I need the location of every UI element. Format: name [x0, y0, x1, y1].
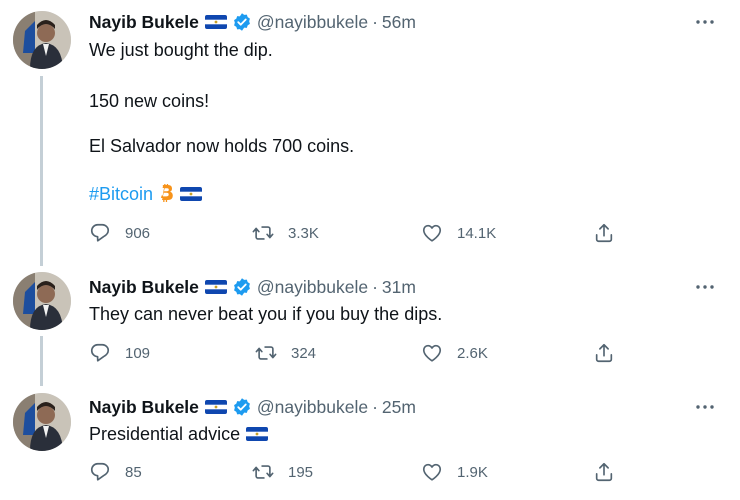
tweet[interactable]: Nayib Bukele @nayibbukele · 25m Presiden… [0, 385, 740, 500]
tweet-text: El Salvador now holds 700 coins. [89, 136, 355, 156]
reply-button[interactable]: 906 [89, 222, 150, 244]
tweet-text-content: Presidential advice [89, 424, 241, 444]
tweet-text: We just bought the dip. [89, 40, 273, 60]
like-count: 2.6K [457, 344, 488, 362]
reply-icon [89, 342, 111, 364]
handle[interactable]: @nayibbukele [257, 277, 368, 298]
tweet-header: Nayib Bukele @nayibbukele · 31m [89, 275, 416, 299]
retweet-icon [252, 222, 274, 244]
avatar[interactable] [13, 393, 71, 451]
share-icon[interactable] [593, 461, 615, 483]
more-icon[interactable] [694, 396, 716, 418]
reply-count: 906 [125, 224, 151, 242]
handle[interactable]: @nayibbukele [257, 397, 368, 418]
reply-icon [89, 222, 111, 244]
separator-dot: · [372, 11, 378, 32]
avatar[interactable] [13, 272, 71, 330]
retweet-count: 195 [288, 463, 314, 481]
timestamp[interactable]: 56m [382, 12, 416, 33]
bitcoin-icon [158, 184, 174, 202]
retweet-icon [255, 342, 277, 364]
display-name[interactable]: Nayib Bukele [89, 277, 199, 298]
retweet-button[interactable]: 195 [252, 461, 313, 483]
more-icon[interactable] [694, 11, 716, 33]
tweet-header: Nayib Bukele @nayibbukele · 56m [89, 10, 416, 34]
handle[interactable]: @nayibbukele [257, 12, 368, 33]
tweet-header: Nayib Bukele @nayibbukele · 25m [89, 395, 416, 419]
tweet[interactable]: Nayib Bukele @nayibbukele · 31m They can… [0, 265, 740, 385]
reply-icon [89, 461, 111, 483]
el-salvador-flag-icon [204, 15, 227, 29]
el-salvador-flag-icon [246, 427, 269, 441]
retweet-button[interactable]: 3.3K [252, 222, 319, 244]
verified-icon [232, 277, 252, 297]
separator-dot: · [372, 396, 378, 417]
timestamp[interactable]: 25m [382, 397, 416, 418]
separator-dot: · [372, 276, 378, 297]
tweet-text: 150 new coins! [89, 91, 210, 111]
reply-button[interactable]: 85 [89, 461, 142, 483]
retweet-count: 3.3K [288, 224, 319, 242]
reply-count: 109 [125, 344, 151, 362]
avatar[interactable] [13, 11, 71, 69]
reply-count: 85 [125, 463, 142, 481]
verified-icon [232, 397, 252, 417]
like-icon [421, 222, 443, 244]
el-salvador-flag-icon [180, 187, 203, 201]
timestamp[interactable]: 31m [382, 277, 416, 298]
el-salvador-flag-icon [204, 280, 227, 294]
tweet-text: They can never beat you if you buy the d… [89, 304, 443, 324]
like-button[interactable]: 14.1K [421, 222, 496, 244]
display-name[interactable]: Nayib Bukele [89, 12, 199, 33]
share-icon[interactable] [593, 222, 615, 244]
share-icon[interactable] [593, 342, 615, 364]
hashtag-link[interactable]: #Bitcoin [89, 184, 153, 204]
like-icon [421, 342, 443, 364]
like-icon [421, 461, 443, 483]
like-count: 1.9K [457, 463, 488, 481]
verified-icon [232, 12, 252, 32]
retweet-count: 324 [291, 344, 317, 362]
retweet-button[interactable]: 324 [255, 342, 316, 364]
tweet[interactable]: Nayib Bukele @nayibbukele · 56m We just … [0, 0, 740, 265]
like-button[interactable]: 2.6K [421, 342, 488, 364]
el-salvador-flag-icon [204, 400, 227, 414]
more-icon[interactable] [694, 276, 716, 298]
tweet-text: Presidential advice [89, 422, 269, 446]
like-count: 14.1K [457, 224, 497, 242]
display-name[interactable]: Nayib Bukele [89, 397, 199, 418]
reply-button[interactable]: 109 [89, 342, 150, 364]
retweet-icon [252, 461, 274, 483]
hashtag-line: #Bitcoin [89, 182, 203, 206]
like-button[interactable]: 1.9K [421, 461, 488, 483]
